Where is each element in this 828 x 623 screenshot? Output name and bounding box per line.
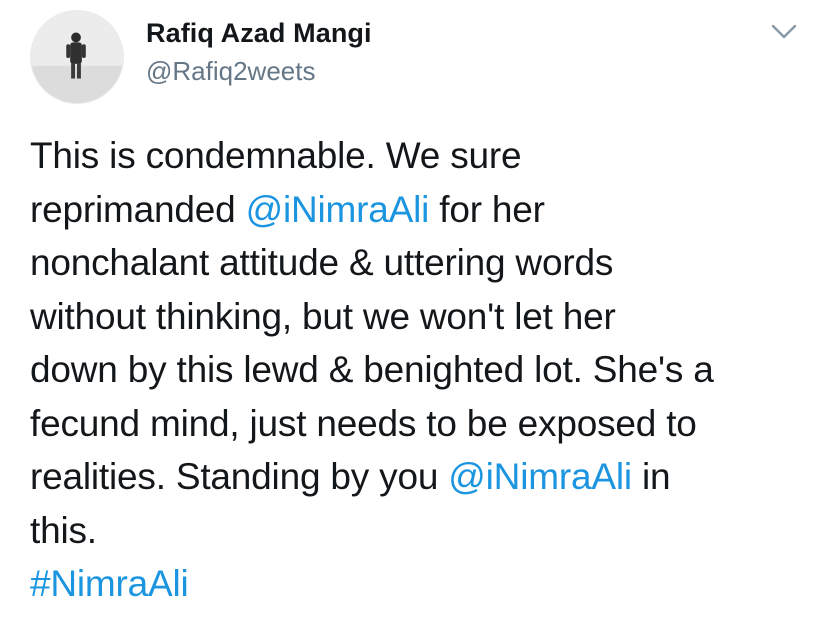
avatar-photo (31, 11, 123, 103)
tweet-text-line: #NimraAli (30, 557, 820, 611)
tweet-text-line: reprimanded @iNimraAli for her (30, 183, 820, 237)
tweet-text-line: down by this lewd & benighted lot. She's… (30, 349, 714, 390)
tweet-text: This is condemnable. We sure reprimanded… (30, 129, 820, 611)
mention-link[interactable]: @iNimraAli (246, 189, 430, 230)
tweet-text-line: this. (30, 509, 97, 551)
tweet-text-line: fecund mind, just needs to be exposed to (30, 402, 697, 444)
author-display-name[interactable]: Rafiq Azad Mangi (146, 18, 372, 49)
hashtag-link[interactable]: #NimraAli (30, 563, 189, 604)
avatar[interactable] (30, 10, 124, 104)
tweet-text-line: nonchalant attitude & uttering words (30, 242, 614, 283)
tweet-text-line: This is condemnable. We sure (30, 135, 522, 176)
tweet-card: Rafiq Azad Mangi @Rafiq2weets This is co… (0, 0, 828, 623)
tweet-text-segment: in (631, 456, 671, 497)
tweet-text-line: without thinking, but we won't let her (30, 295, 616, 337)
mention-link[interactable]: @iNimraAli (448, 456, 632, 497)
tweet-text-segment: realities. Standing by you (30, 456, 449, 497)
chevron-down-icon[interactable] (771, 22, 797, 42)
tweet-text-line: realities. Standing by you @iNimraAli in (30, 450, 820, 504)
tweet-text-segment: for her (429, 188, 545, 230)
tweet-text-segment: reprimanded (30, 188, 246, 230)
author-handle[interactable]: @Rafiq2weets (146, 56, 315, 87)
